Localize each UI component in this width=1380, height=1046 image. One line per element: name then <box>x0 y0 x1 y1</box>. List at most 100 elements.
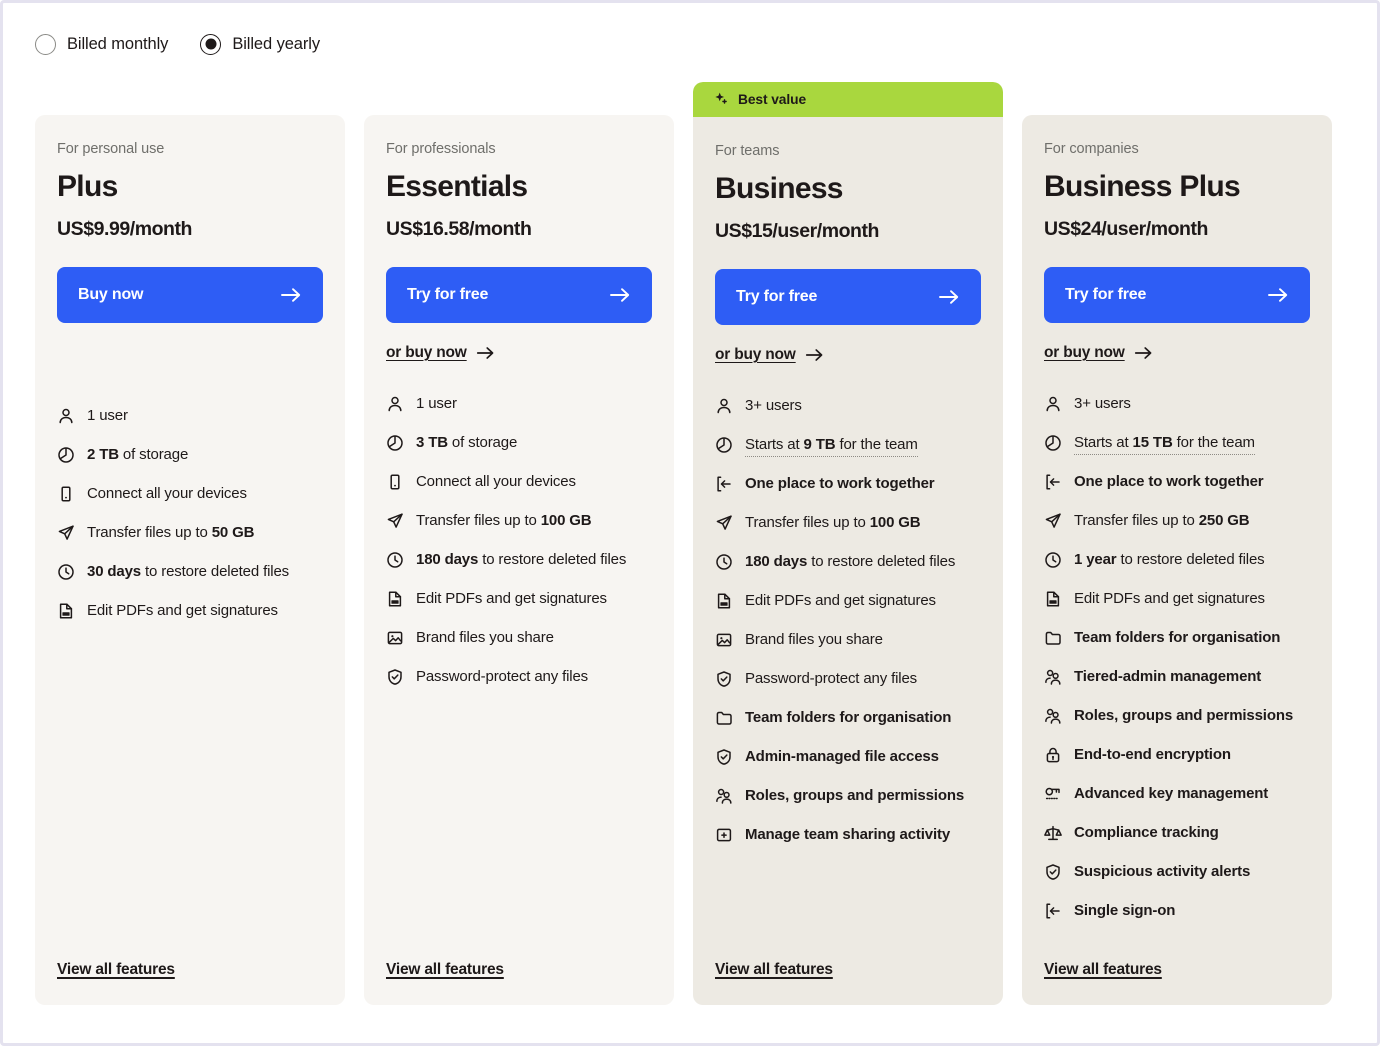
feature-item: 180 days to restore deleted files <box>386 550 652 589</box>
feature-label: Transfer files up to 100 GB <box>416 511 592 529</box>
cta-arrow-wrap <box>938 288 960 306</box>
plan-name: Business Plus <box>1044 170 1241 203</box>
or-buy-now-label: or buy now <box>1044 343 1125 361</box>
plan-cta-label: Try for free <box>407 285 489 303</box>
pricing-page: Billed monthly Billed yearly For persona… <box>0 0 1380 1046</box>
feature-label: Transfer files up to 100 GB <box>745 513 921 531</box>
feature-label: 3+ users <box>1074 394 1131 412</box>
pdf-icon <box>59 602 73 619</box>
plan-name: Plus <box>57 170 118 203</box>
feature-label: Password-protect any files <box>745 669 918 687</box>
plan-audience: For companies <box>1044 141 1139 157</box>
feature-label: Compliance tracking <box>1074 823 1219 841</box>
feature-label: Starts at 15 TB for the team <box>1074 433 1255 455</box>
feature-label: Single sign-on <box>1074 901 1176 919</box>
feature-item: Connect all your devices <box>57 484 323 523</box>
feature-item: Connect all your devices <box>386 472 652 511</box>
transfer-icon <box>716 514 732 530</box>
radio-checked-icon[interactable] <box>200 33 222 55</box>
view-all-features-link[interactable]: View all features <box>386 961 504 979</box>
feature-label: Connect all your devices <box>87 484 247 502</box>
feature-label: Manage team sharing activity <box>745 825 951 843</box>
feature-item: Transfer files up to 100 GB <box>715 513 981 552</box>
feature-label: 3+ users <box>745 396 802 414</box>
feature-item[interactable]: Starts at 15 TB for the team <box>1044 433 1310 472</box>
feature-item: Roles, groups and permissions <box>1044 706 1310 745</box>
feature-label: 1 year to restore deleted files <box>1074 550 1265 568</box>
view-all-features-link[interactable]: View all features <box>57 961 175 979</box>
plan-cta-button[interactable]: Try for free <box>386 266 652 323</box>
feature-item: Manage team sharing activity <box>715 825 981 864</box>
card-footer: View all features <box>35 961 345 1005</box>
feature-label: 180 days to restore deleted files <box>745 552 956 570</box>
card-footer: View all features <box>364 961 674 1005</box>
card-body: For personal use Plus US$9.99/month Buy … <box>35 115 345 961</box>
pdf-icon <box>717 592 731 609</box>
feature-item: Tiered-admin management <box>1044 667 1310 706</box>
feature-item: Password-protect any files <box>386 667 652 706</box>
feature-item: 180 days to restore deleted files <box>715 552 981 591</box>
feature-label: 1 user <box>87 406 128 424</box>
feature-item: Edit PDFs and get signatures <box>386 589 652 628</box>
feature-item: Team folders for organisation <box>1044 628 1310 667</box>
cta-arrow-wrap <box>609 286 631 304</box>
feature-label: Suspicious activity alerts <box>1074 862 1251 880</box>
user-icon <box>717 398 731 413</box>
shield-check-icon <box>717 748 731 765</box>
key-icon <box>1045 787 1060 799</box>
user-icon <box>59 408 73 423</box>
card-footer: View all features <box>693 961 1003 1005</box>
arrow-right-icon <box>610 287 630 302</box>
billing-period-toggle: Billed monthly Billed yearly <box>3 3 1377 65</box>
plan-price: US$9.99/month <box>57 217 193 240</box>
plan-cta-button[interactable]: Try for free <box>715 268 981 325</box>
feature-item: End-to-end encryption <box>1044 745 1310 784</box>
feature-item: Advanced key management <box>1044 784 1310 823</box>
feature-label: Tiered-admin management <box>1074 667 1262 685</box>
feature-item: 1 user <box>386 394 652 433</box>
feature-list: 3+ users Starts at 15 TB for the team On… <box>1044 394 1310 940</box>
or-buy-now-label: or buy now <box>386 343 467 361</box>
feature-item[interactable]: Starts at 9 TB for the team <box>715 435 981 474</box>
feature-item: 1 year to restore deleted files <box>1044 550 1310 589</box>
billing-option-monthly[interactable]: Billed monthly <box>35 33 168 55</box>
plan-cta-button[interactable]: Try for free <box>1044 266 1310 323</box>
plan-cta-button[interactable]: Buy now <box>57 266 323 323</box>
feature-label: 2 TB of storage <box>87 445 189 463</box>
shield-check-icon <box>1046 863 1060 880</box>
clock-icon <box>387 551 403 568</box>
feature-item: 30 days to restore deleted files <box>57 562 323 601</box>
clock-icon <box>1045 551 1061 568</box>
feature-item: 3+ users <box>1044 394 1310 433</box>
arrow-right-icon <box>476 346 494 359</box>
feature-item: Compliance tracking <box>1044 823 1310 862</box>
or-buy-now-link[interactable]: or buy now <box>1044 344 1153 362</box>
folder-icon <box>1045 631 1061 645</box>
view-all-features-link[interactable]: View all features <box>1044 961 1162 979</box>
billing-option-yearly[interactable]: Billed yearly <box>200 33 320 55</box>
view-all-features-link[interactable]: View all features <box>715 961 833 979</box>
sparkle-icon <box>715 92 727 104</box>
feature-label: 30 days to restore deleted files <box>87 562 290 580</box>
feature-item: Team folders for organisation <box>715 708 981 747</box>
arrow-right-icon <box>1134 346 1152 359</box>
plan-audience: For teams <box>715 143 780 159</box>
arrow-right-icon <box>805 348 823 361</box>
feature-item: One place to work together <box>715 474 981 513</box>
cta-arrow-wrap <box>280 286 302 304</box>
or-buy-now-link[interactable]: or buy now <box>386 344 495 362</box>
feature-item: Edit PDFs and get signatures <box>715 591 981 630</box>
feature-label: 3 TB of storage <box>416 433 518 451</box>
pdf-icon <box>388 590 402 607</box>
plan-audience: For professionals <box>386 141 496 157</box>
feature-label: Transfer files up to 250 GB <box>1074 511 1250 529</box>
card-footer: View all features <box>1022 961 1332 1005</box>
login-icon <box>1046 903 1060 918</box>
arrow-right-icon <box>939 289 959 304</box>
feature-label: Team folders for organisation <box>745 708 952 726</box>
or-buy-now-link[interactable]: or buy now <box>715 346 824 364</box>
feature-label: Transfer files up to 50 GB <box>87 523 255 541</box>
feature-label: Advanced key management <box>1074 784 1269 802</box>
user-icon <box>1046 396 1060 411</box>
radio-unchecked-icon[interactable] <box>35 33 56 55</box>
